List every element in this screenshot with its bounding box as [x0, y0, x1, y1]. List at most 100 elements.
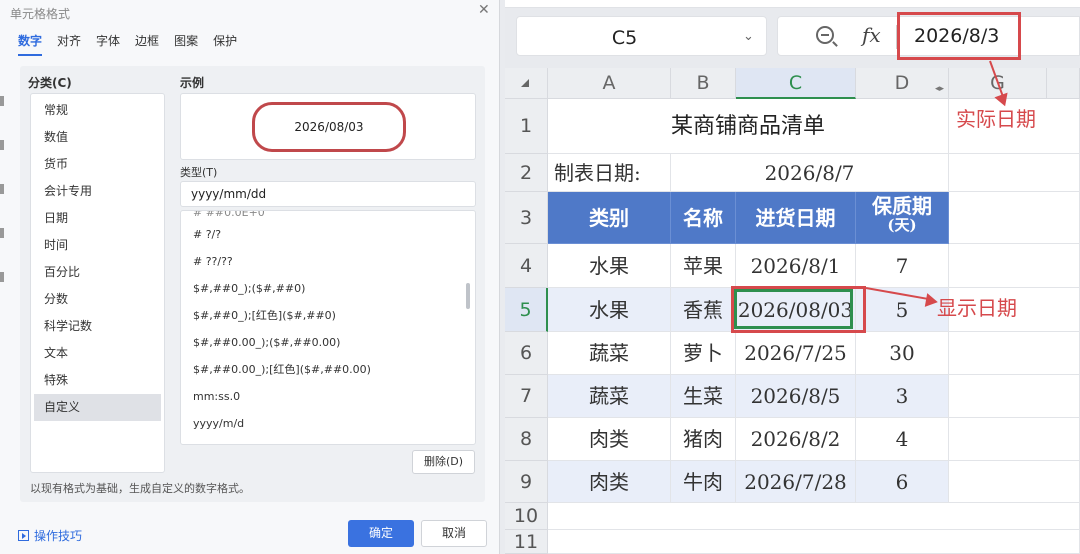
cell-category[interactable]: 肉类 — [548, 418, 671, 461]
tab-pattern[interactable]: 图案 — [174, 32, 198, 56]
cell-shelf-life[interactable]: 6 — [856, 461, 949, 503]
format-item[interactable]: $#,##0_);($#,##0) — [181, 275, 475, 302]
category-label: 分类(C) — [28, 76, 72, 90]
formula-highlight-box — [897, 12, 1021, 60]
row-header-11[interactable]: 11 — [505, 530, 548, 554]
category-date[interactable]: 日期 — [34, 205, 161, 232]
ok-button[interactable]: 确定 — [348, 520, 414, 547]
column-header-c[interactable]: C — [736, 68, 856, 99]
title-cell[interactable]: 某商铺商品清单 — [548, 99, 949, 154]
row-header-8[interactable]: 8 — [505, 418, 548, 461]
cell-date[interactable]: 2026/7/25 — [736, 332, 856, 375]
category-time[interactable]: 时间 — [34, 232, 161, 259]
format-item[interactable]: # ?/? — [181, 221, 475, 248]
format-item[interactable]: $#,##0.00_);($#,##0.00) — [181, 329, 475, 356]
cell-shelf-life[interactable]: 3 — [856, 375, 949, 418]
empty-cell[interactable] — [949, 461, 1080, 503]
name-box[interactable]: C5 ⌄ — [516, 16, 767, 56]
header-shelf-life[interactable]: 保质期 (天) — [856, 192, 949, 244]
cell-date[interactable]: 2026/7/28 — [736, 461, 856, 503]
type-input[interactable]: yyyy/mm/dd — [180, 181, 476, 207]
cell-date[interactable]: 2026/8/5 — [736, 375, 856, 418]
row-header-4[interactable]: 4 — [505, 244, 548, 288]
cell-category[interactable]: 蔬菜 — [548, 375, 671, 418]
chevron-down-icon[interactable]: ⌄ — [743, 29, 754, 44]
column-scroll-arrows[interactable]: ◂▸ — [935, 84, 944, 94]
empty-cell[interactable] — [949, 332, 1080, 375]
format-item[interactable]: $#,##0_);[红色]($#,##0) — [181, 302, 475, 329]
date-value-cell[interactable]: 2026/8/7 — [671, 154, 949, 192]
function-icon[interactable]: fx — [862, 23, 881, 47]
empty-row[interactable] — [548, 530, 1080, 554]
cell-name[interactable]: 香蕉 — [671, 288, 736, 332]
format-list[interactable]: # ##0.0E+0 # ?/? # ??/?? $#,##0_);($#,##… — [180, 210, 476, 445]
header-name[interactable]: 名称 — [671, 192, 736, 244]
cell-name[interactable]: 萝卜 — [671, 332, 736, 375]
dialog-tabs: 数字 对齐 字体 边框 图案 保护 — [18, 32, 252, 56]
category-accounting[interactable]: 会计专用 — [34, 178, 161, 205]
tab-number[interactable]: 数字 — [18, 32, 43, 56]
format-item[interactable]: # ??/?? — [181, 248, 475, 275]
header-category[interactable]: 类别 — [548, 192, 671, 244]
empty-cell[interactable] — [949, 418, 1080, 461]
category-currency[interactable]: 货币 — [34, 151, 161, 178]
cell-category[interactable]: 蔬菜 — [548, 332, 671, 375]
tips-link[interactable]: 操作技巧 — [18, 527, 82, 544]
top-bar — [505, 0, 1080, 8]
row-header-3[interactable]: 3 — [505, 192, 548, 244]
select-all-corner[interactable] — [505, 68, 548, 99]
tab-border[interactable]: 边框 — [135, 32, 159, 56]
row-header-10[interactable]: 10 — [505, 503, 548, 530]
column-header-a[interactable]: A — [548, 68, 671, 99]
empty-cell[interactable] — [949, 154, 1080, 192]
row-header-1[interactable]: 1 — [505, 99, 548, 154]
tab-font[interactable]: 字体 — [96, 32, 120, 56]
format-item-cut[interactable]: # ##0.0E+0 — [181, 211, 475, 221]
cell-date[interactable]: 2026/8/1 — [736, 244, 856, 288]
format-item[interactable]: $#,##0.00_);[红色]($#,##0.00) — [181, 356, 475, 383]
category-special[interactable]: 特殊 — [34, 367, 161, 394]
empty-cell[interactable] — [949, 244, 1080, 288]
header-purchase-date[interactable]: 进货日期 — [736, 192, 856, 244]
row-header-5[interactable]: 5 — [505, 288, 548, 332]
category-list[interactable]: 常规 数值 货币 会计专用 日期 时间 百分比 分数 科学记数 文本 特殊 自定… — [30, 93, 165, 473]
category-fraction[interactable]: 分数 — [34, 286, 161, 313]
tab-protection[interactable]: 保护 — [213, 32, 237, 56]
category-custom[interactable]: 自定义 — [34, 394, 161, 421]
empty-cell[interactable] — [949, 192, 1080, 244]
format-item[interactable]: yyyy/m/d — [181, 410, 475, 437]
category-text[interactable]: 文本 — [34, 340, 161, 367]
category-percentage[interactable]: 百分比 — [34, 259, 161, 286]
cell-name[interactable]: 生菜 — [671, 375, 736, 418]
column-header-next[interactable] — [1047, 68, 1080, 99]
delete-button[interactable]: 删除(D) — [412, 450, 475, 474]
row-header-9[interactable]: 9 — [505, 461, 548, 503]
category-scientific[interactable]: 科学记数 — [34, 313, 161, 340]
close-icon[interactable]: ✕ — [478, 2, 490, 18]
cell-name[interactable]: 苹果 — [671, 244, 736, 288]
cell-category[interactable]: 肉类 — [548, 461, 671, 503]
cell-category[interactable]: 水果 — [548, 288, 671, 332]
cell-date[interactable]: 2026/8/2 — [736, 418, 856, 461]
empty-cell[interactable] — [949, 375, 1080, 418]
cell-category[interactable]: 水果 — [548, 244, 671, 288]
row-header-6[interactable]: 6 — [505, 332, 548, 375]
category-general[interactable]: 常规 — [34, 97, 161, 124]
tab-alignment[interactable]: 对齐 — [57, 32, 81, 56]
row-header-2[interactable]: 2 — [505, 154, 548, 192]
column-header-b[interactable]: B — [671, 68, 736, 99]
cell-name[interactable]: 猪肉 — [671, 418, 736, 461]
cell-shelf-life[interactable]: 4 — [856, 418, 949, 461]
date-label-cell[interactable]: 制表日期: — [548, 154, 671, 192]
play-icon — [18, 530, 29, 541]
zoom-out-icon[interactable] — [816, 26, 834, 44]
cancel-button[interactable]: 取消 — [421, 520, 487, 547]
cell-shelf-life[interactable]: 30 — [856, 332, 949, 375]
category-number[interactable]: 数值 — [34, 124, 161, 151]
format-item[interactable]: mm:ss.0 — [181, 383, 475, 410]
cell-shelf-life[interactable]: 7 — [856, 244, 949, 288]
empty-row[interactable] — [548, 503, 1080, 530]
format-list-scrollbar[interactable] — [466, 283, 470, 309]
row-header-7[interactable]: 7 — [505, 375, 548, 418]
cell-name[interactable]: 牛肉 — [671, 461, 736, 503]
